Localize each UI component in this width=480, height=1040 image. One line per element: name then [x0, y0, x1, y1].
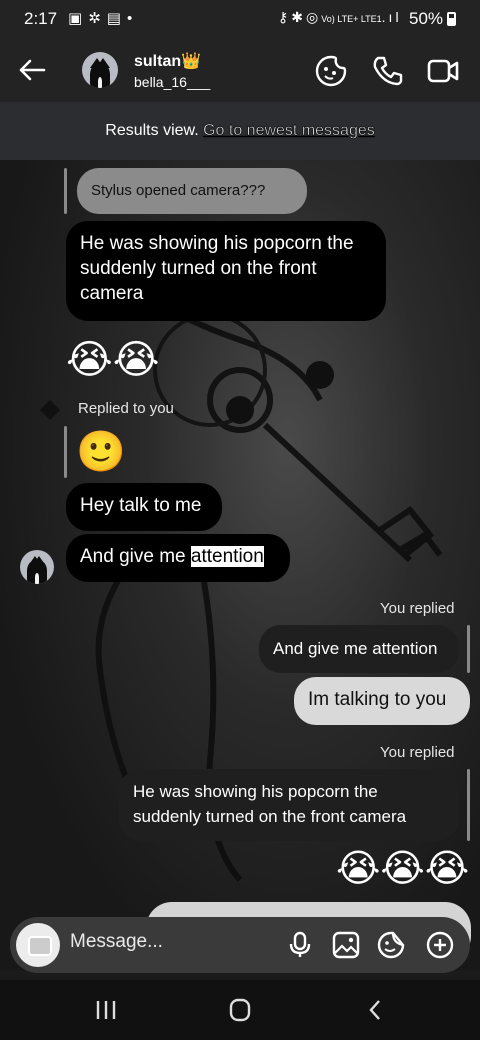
status-time: 2:17: [24, 9, 58, 28]
you-replied-label: You replied: [380, 600, 455, 617]
status-system-icons: ⚷✱◎Vo) LTE+ LTE1.ıl: [278, 9, 402, 26]
status-notification-icons: ▣✲▤•: [68, 9, 138, 27]
quoted-sent-message[interactable]: He was showing his popcorn the suddenly …: [119, 769, 459, 841]
message-input[interactable]: Message...: [70, 931, 163, 953]
chat-header: sultan👑 bella_16___: [0, 38, 480, 102]
video-camera-icon[interactable]: [426, 54, 460, 88]
status-bar: 2:17 ▣✲▤• ⚷✱◎Vo) LTE+ LTE1.ıl 50%: [0, 0, 480, 38]
reply-quote-bar: [64, 168, 67, 214]
received-message[interactable]: He was showing his popcorn the suddenly …: [66, 221, 386, 321]
reply-quote-bar: [64, 426, 67, 478]
quoted-sent-message[interactable]: And give me attention: [259, 625, 459, 673]
recents-icon[interactable]: [91, 998, 121, 1022]
emoji-message[interactable]: 😭😭: [66, 337, 159, 383]
highlighted-search-term: attention: [190, 546, 264, 567]
contact-name[interactable]: sultan👑: [134, 51, 201, 71]
results-view-banner: Results view. Go to newest messages: [0, 102, 480, 160]
hotspot-icon: ◎: [306, 9, 322, 25]
back-icon[interactable]: [360, 998, 390, 1022]
received-message[interactable]: And give me attention: [66, 534, 290, 582]
reply-quote-bar: [467, 769, 470, 841]
pinwheel-icon: ✲: [88, 10, 107, 27]
home-icon[interactable]: [225, 998, 255, 1022]
sticker-face-icon[interactable]: [314, 54, 348, 88]
key-icon: ⚷: [278, 9, 292, 25]
received-message[interactable]: Hey talk to me: [66, 483, 222, 531]
sent-message[interactable]: Im talking to you: [294, 677, 470, 725]
contact-username[interactable]: bella_16___: [134, 74, 210, 90]
go-to-newest-link[interactable]: Go to newest messages: [203, 122, 375, 139]
sticker-icon[interactable]: [377, 931, 405, 959]
signal-icon: .ıl: [381, 9, 402, 25]
message-composer: Message...: [10, 917, 470, 973]
quoted-emoji[interactable]: 🙂: [76, 428, 126, 476]
message-text: And give me: [80, 546, 191, 567]
media-icon: ▤: [106, 10, 127, 27]
results-view-label: Results view.: [105, 122, 199, 139]
you-replied-label: You replied: [380, 744, 455, 761]
back-arrow-icon[interactable]: [14, 52, 50, 88]
bluetooth-icon: ✱: [291, 9, 306, 25]
system-nav-bar: [0, 980, 480, 1040]
replied-to-you-label: Replied to you: [78, 400, 174, 417]
reply-quote-bar: [467, 625, 470, 673]
contact-avatar[interactable]: [82, 52, 118, 88]
battery-icon: [447, 12, 456, 26]
sender-avatar[interactable]: [20, 550, 54, 584]
add-icon[interactable]: [426, 931, 454, 959]
gallery-icon[interactable]: [332, 931, 360, 959]
camera-icon[interactable]: [16, 923, 60, 967]
volte-lte-icon: Vo) LTE+ LTE1: [321, 14, 382, 24]
phone-icon[interactable]: [370, 54, 404, 88]
battery-level: 50%: [409, 9, 444, 28]
microphone-icon[interactable]: [286, 931, 314, 959]
quoted-message[interactable]: Stylus opened camera???: [77, 168, 307, 214]
image-icon: ▣: [68, 10, 89, 27]
emoji-message[interactable]: 😭😭😭: [336, 845, 469, 893]
dot-icon: •: [126, 10, 139, 27]
